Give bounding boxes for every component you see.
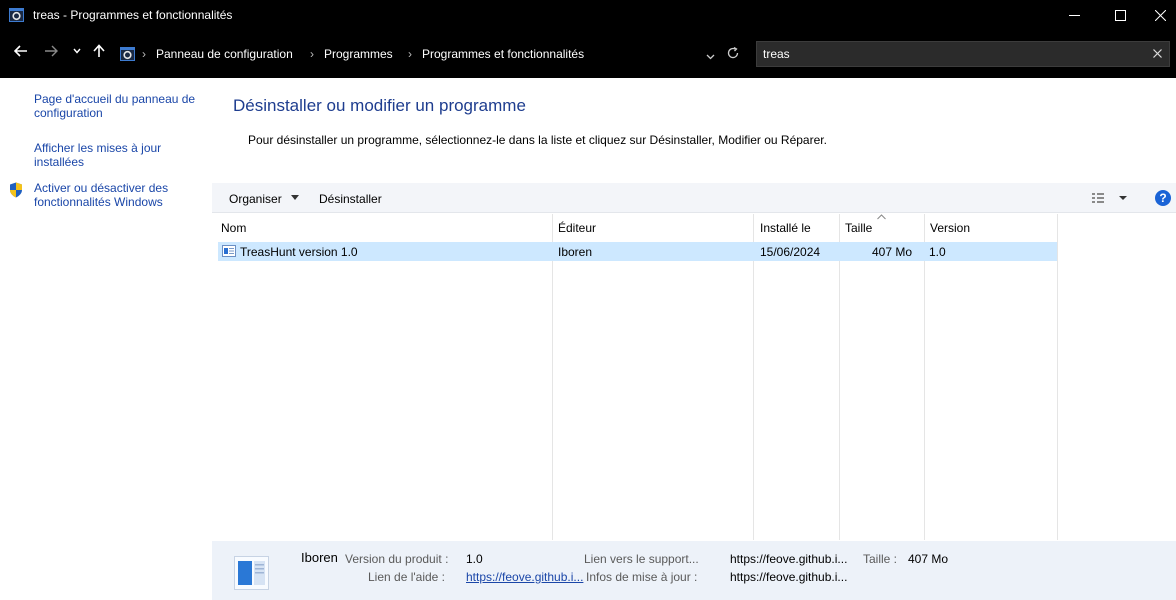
search-box[interactable] (756, 41, 1170, 67)
page-title: Désinstaller ou modifier un programme (233, 96, 526, 115)
sidebar-link-installed-updates[interactable]: Afficher les mises à jour installées (34, 141, 204, 169)
column-header-name[interactable]: Nom (221, 221, 246, 235)
cell-version: 1.0 (929, 245, 946, 259)
column-header-version[interactable]: Version (930, 221, 970, 235)
column-header-publisher[interactable]: Éditeur (558, 221, 596, 235)
column-divider (552, 214, 553, 540)
arrow-right-icon (45, 45, 58, 57)
sidebar: Page d'accueil du panneau de configurati… (0, 78, 210, 600)
minimize-icon (1069, 15, 1080, 16)
chevron-down-icon (706, 54, 715, 60)
up-button[interactable] (93, 44, 105, 58)
breadcrumb-item[interactable]: Panneau de configuration (156, 47, 293, 61)
column-header-size[interactable]: Taille (845, 221, 872, 235)
uac-shield-icon (10, 182, 22, 198)
minimize-button[interactable] (1052, 0, 1098, 31)
cell-name: TreasHunt version 1.0 (240, 245, 358, 259)
cell-size: 407 Mo (872, 245, 913, 259)
title-bar: treas - Programmes et fonctionnalités (0, 0, 1176, 31)
column-divider (839, 214, 840, 540)
uninstall-button[interactable]: Désinstaller (319, 192, 382, 206)
control-panel-icon (120, 47, 135, 61)
back-button[interactable] (14, 45, 28, 57)
arrow-left-icon (14, 45, 27, 57)
sidebar-link-control-panel-home[interactable]: Page d'accueil du panneau de configurati… (34, 92, 204, 120)
update-info-value: https://feove.github.i... (730, 570, 848, 584)
program-icon (234, 556, 269, 590)
cell-publisher: Iboren (558, 245, 593, 259)
program-icon (222, 245, 236, 257)
chevron-down-icon (73, 48, 81, 54)
address-bar: › Panneau de configuration › Programmes … (0, 31, 1176, 78)
product-version-value: 1.0 (466, 552, 483, 566)
column-header-installed[interactable]: Installé le (760, 221, 811, 235)
page-description: Pour désinstaller un programme, sélectio… (248, 133, 827, 147)
size-value: 407 Mo (908, 552, 949, 566)
size-label: Taille : (863, 552, 898, 566)
close-icon (1155, 10, 1166, 21)
breadcrumb-separator-icon: › (142, 47, 146, 61)
organize-button[interactable]: Organiser (229, 192, 282, 206)
details-pane: Iboren Version du produit : 1.0 Lien de … (212, 541, 1176, 600)
maximize-icon (1115, 10, 1126, 21)
breadcrumb[interactable]: › Panneau de configuration › Programmes … (114, 42, 750, 66)
forward-button[interactable] (44, 45, 58, 57)
caret-down-icon (291, 195, 299, 200)
table-row[interactable]: TreasHunt version 1.0 Iboren 15/06/2024 … (218, 242, 1057, 261)
support-link-label: Lien vers le support... (584, 552, 699, 566)
control-panel-icon (9, 8, 24, 22)
program-list[interactable]: Nom Éditeur Installé le Taille Version T… (212, 214, 1176, 540)
clear-search-icon[interactable] (1153, 49, 1162, 58)
view-details-icon (1092, 193, 1127, 203)
help-link-label: Lien de l'aide : (368, 570, 446, 584)
help-link[interactable]: https://feove.github.i... (466, 570, 583, 584)
cell-installed: 15/06/2024 (760, 245, 821, 259)
refresh-button[interactable] (727, 46, 739, 62)
sidebar-link-windows-features[interactable]: Activer ou désactiver des fonctionnalité… (34, 181, 204, 209)
column-divider (753, 214, 754, 540)
breadcrumb-separator-icon: › (408, 47, 412, 61)
close-button[interactable] (1138, 0, 1176, 31)
sort-ascending-icon (877, 214, 886, 220)
help-button[interactable]: ? (1155, 190, 1171, 206)
address-dropdown-button[interactable] (706, 49, 715, 63)
product-version-label: Version du produit : (345, 552, 449, 566)
search-input[interactable] (763, 46, 1123, 62)
breadcrumb-item[interactable]: Programmes et fonctionnalités (422, 47, 584, 61)
refresh-icon (727, 46, 739, 59)
recent-locations-button[interactable] (73, 48, 81, 54)
breadcrumb-separator-icon: › (310, 47, 314, 61)
update-info-label: Infos de mise à jour : (586, 570, 698, 584)
support-link-value: https://feove.github.i... (730, 552, 848, 566)
details-publisher-name: Iboren (301, 550, 338, 565)
change-view-button[interactable] (1092, 192, 1128, 207)
window-title: treas - Programmes et fonctionnalités (33, 8, 233, 22)
arrow-up-icon (93, 44, 105, 57)
column-divider (1057, 214, 1058, 540)
breadcrumb-item[interactable]: Programmes (324, 47, 393, 61)
column-divider (924, 214, 925, 540)
command-toolbar: Organiser Désinstaller ? (212, 183, 1176, 213)
